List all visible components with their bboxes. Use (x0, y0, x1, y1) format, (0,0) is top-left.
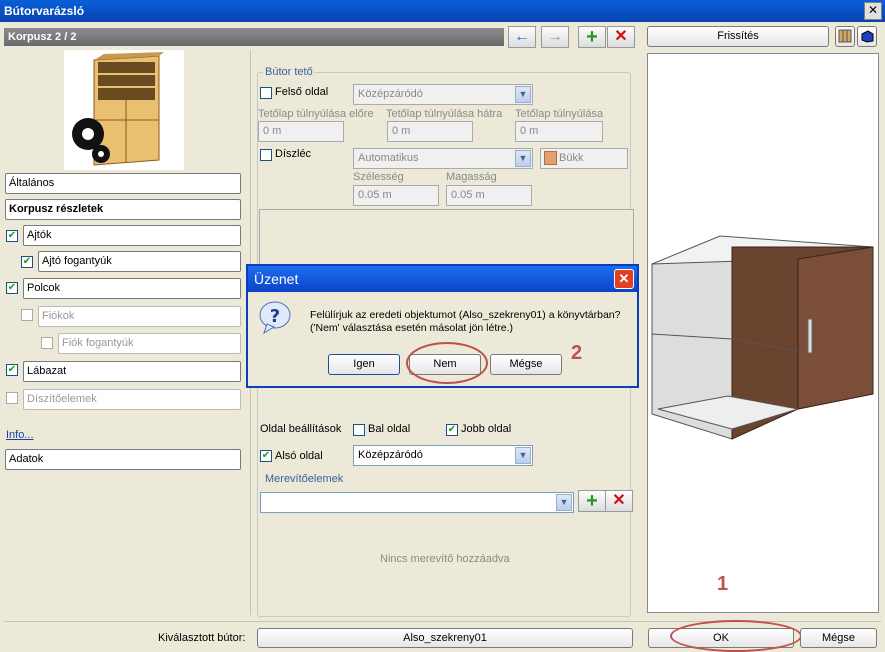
oldal-beallitasok-label: Oldal beállítások (260, 423, 342, 435)
sidebar-item-ajto-fogantyuk[interactable]: Ajtó fogantyúk (38, 251, 241, 272)
furniture-thumbnail (64, 50, 184, 170)
dialog-cancel-button[interactable]: Mégse (490, 354, 562, 375)
question-icon: ? (258, 300, 292, 335)
szelesseg-input[interactable]: 0.05 m (353, 185, 439, 206)
svg-text:?: ? (270, 306, 280, 327)
back-arrow-icon[interactable]: ← (508, 26, 536, 48)
fiok-fogantyuk-checkbox[interactable] (41, 337, 53, 349)
cancel-button[interactable]: Mégse (800, 628, 877, 648)
felso-oldal-value: Középzáródó (358, 88, 423, 100)
butor-teto-group-title: Bútor tető (263, 66, 315, 78)
also-oldal-checkbox[interactable]: ✔ (260, 450, 272, 462)
merevito-select[interactable]: ▼ (260, 492, 574, 513)
adatok-button[interactable]: Adatok (5, 449, 241, 470)
overhang-back-input[interactable]: 0 m (387, 121, 473, 142)
dialog-message-line2: ('Nem' választása esetén másolat jön lét… (310, 322, 514, 334)
szelesseg-label: Szélesség (353, 171, 404, 183)
felso-oldal-select[interactable]: Középzáródó ▼ (353, 84, 533, 105)
also-oldal-label: Alsó oldal (275, 450, 323, 462)
selected-furniture-field[interactable]: Also_szekreny01 (257, 628, 633, 648)
overhang-front-label: Tetőlap túlnyúlása előre (258, 108, 374, 120)
overhang-side-input[interactable]: 0 m (515, 121, 603, 142)
also-oldal-select[interactable]: Középzáródó ▼ (353, 445, 533, 466)
bal-oldal-label: Bal oldal (368, 423, 411, 435)
selected-furniture-label: Kiválasztott bútor: (158, 632, 246, 644)
also-oldal-value: Középzáródó (358, 449, 423, 461)
fiokok-checkbox[interactable] (21, 309, 33, 321)
diszlec-select[interactable]: Automatikus ▼ (353, 148, 533, 169)
message-dialog: Üzenet ✕ ? Felülírjuk az eredeti objektu… (246, 264, 639, 388)
annotation-number-2: 2 (571, 342, 583, 364)
diszlec-value: Automatikus (358, 152, 419, 164)
merevito-empty-text: Nincs merevítő hozzáadva (380, 553, 510, 565)
sidebar-item-korpusz-reszletek[interactable]: Korpusz részletek (5, 199, 241, 220)
overhang-side-label: Tetőlap túlnyúlása (515, 108, 604, 120)
polcok-checkbox[interactable]: ✔ (6, 282, 18, 294)
felso-oldal-checkbox[interactable] (260, 87, 272, 99)
3d-viewport[interactable] (647, 53, 879, 613)
chevron-down-icon: ▼ (515, 447, 531, 464)
chevron-down-icon: ▼ (515, 86, 531, 103)
dialog-title: Üzenet (248, 266, 637, 292)
info-link[interactable]: Info... (6, 429, 34, 441)
sidebar-item-ajtok[interactable]: Ajtók (23, 225, 241, 246)
annotation-number-1: 1 (717, 573, 729, 595)
delete-icon[interactable]: ✕ (607, 26, 635, 48)
overhang-back-label: Tetőlap túlnyúlása hátra (386, 108, 503, 120)
ajto-fogantyuk-checkbox[interactable]: ✔ (21, 256, 33, 268)
sidebar-item-polcok[interactable]: Polcok (23, 278, 241, 299)
diszlec-checkbox[interactable] (260, 149, 272, 161)
add-icon[interactable]: + (578, 26, 606, 48)
labazat-checkbox[interactable]: ✔ (6, 364, 18, 376)
chevron-down-icon: ▼ (556, 494, 572, 511)
overhang-front-input[interactable]: 0 m (258, 121, 344, 142)
window-close-button[interactable]: ✕ (864, 2, 882, 20)
felso-oldal-label: Felső oldal (275, 86, 329, 98)
forward-arrow-icon[interactable]: → (541, 26, 569, 48)
sidebar-item-fiok-fogantyuk[interactable]: Fiók fogantyúk (58, 333, 241, 354)
refresh-button[interactable]: Frissítés (647, 26, 829, 47)
dialog-message-line1: Felülírjuk az eredeti objektumot (Also_s… (310, 309, 621, 321)
material-value: Bükk (559, 152, 584, 164)
magassag-label: Magasság (446, 171, 497, 183)
chevron-down-icon: ▼ (515, 150, 531, 167)
window-title: Bútorvarázsló (0, 0, 885, 22)
delete-merevito-icon[interactable]: ✕ (605, 490, 633, 512)
jobb-oldal-label: Jobb oldal (461, 423, 512, 435)
magassag-input[interactable]: 0.05 m (446, 185, 532, 206)
sidebar-item-labazat[interactable]: Lábazat (23, 361, 241, 382)
ajtok-checkbox[interactable]: ✔ (6, 230, 18, 242)
sidebar-item-altalanos[interactable]: Általános (5, 173, 241, 194)
material-swatch-icon (544, 151, 557, 165)
add-merevito-icon[interactable]: + (578, 490, 606, 512)
texture-view-icon[interactable] (835, 26, 855, 47)
annotation-oval-no (406, 342, 488, 384)
yes-button[interactable]: Igen (328, 354, 400, 375)
sidebar-item-diszitoelemek[interactable]: Díszítőelemek (23, 389, 241, 410)
annotation-oval-ok (670, 620, 802, 652)
jobb-oldal-checkbox[interactable]: ✔ (446, 424, 458, 436)
sidebar-item-fiokok[interactable]: Fiókok (38, 306, 241, 327)
diszlec-label: Díszléc (275, 148, 312, 160)
bal-oldal-checkbox[interactable] (353, 424, 365, 436)
3d-view-icon[interactable] (857, 26, 877, 47)
diszitoelemek-checkbox[interactable] (6, 392, 18, 404)
merevito-group-title: Merevítőelemek (263, 473, 346, 485)
dialog-close-button[interactable]: ✕ (614, 269, 634, 289)
material-button[interactable]: Bükk (540, 148, 628, 169)
page-header: Korpusz 2 / 2 (4, 28, 504, 46)
